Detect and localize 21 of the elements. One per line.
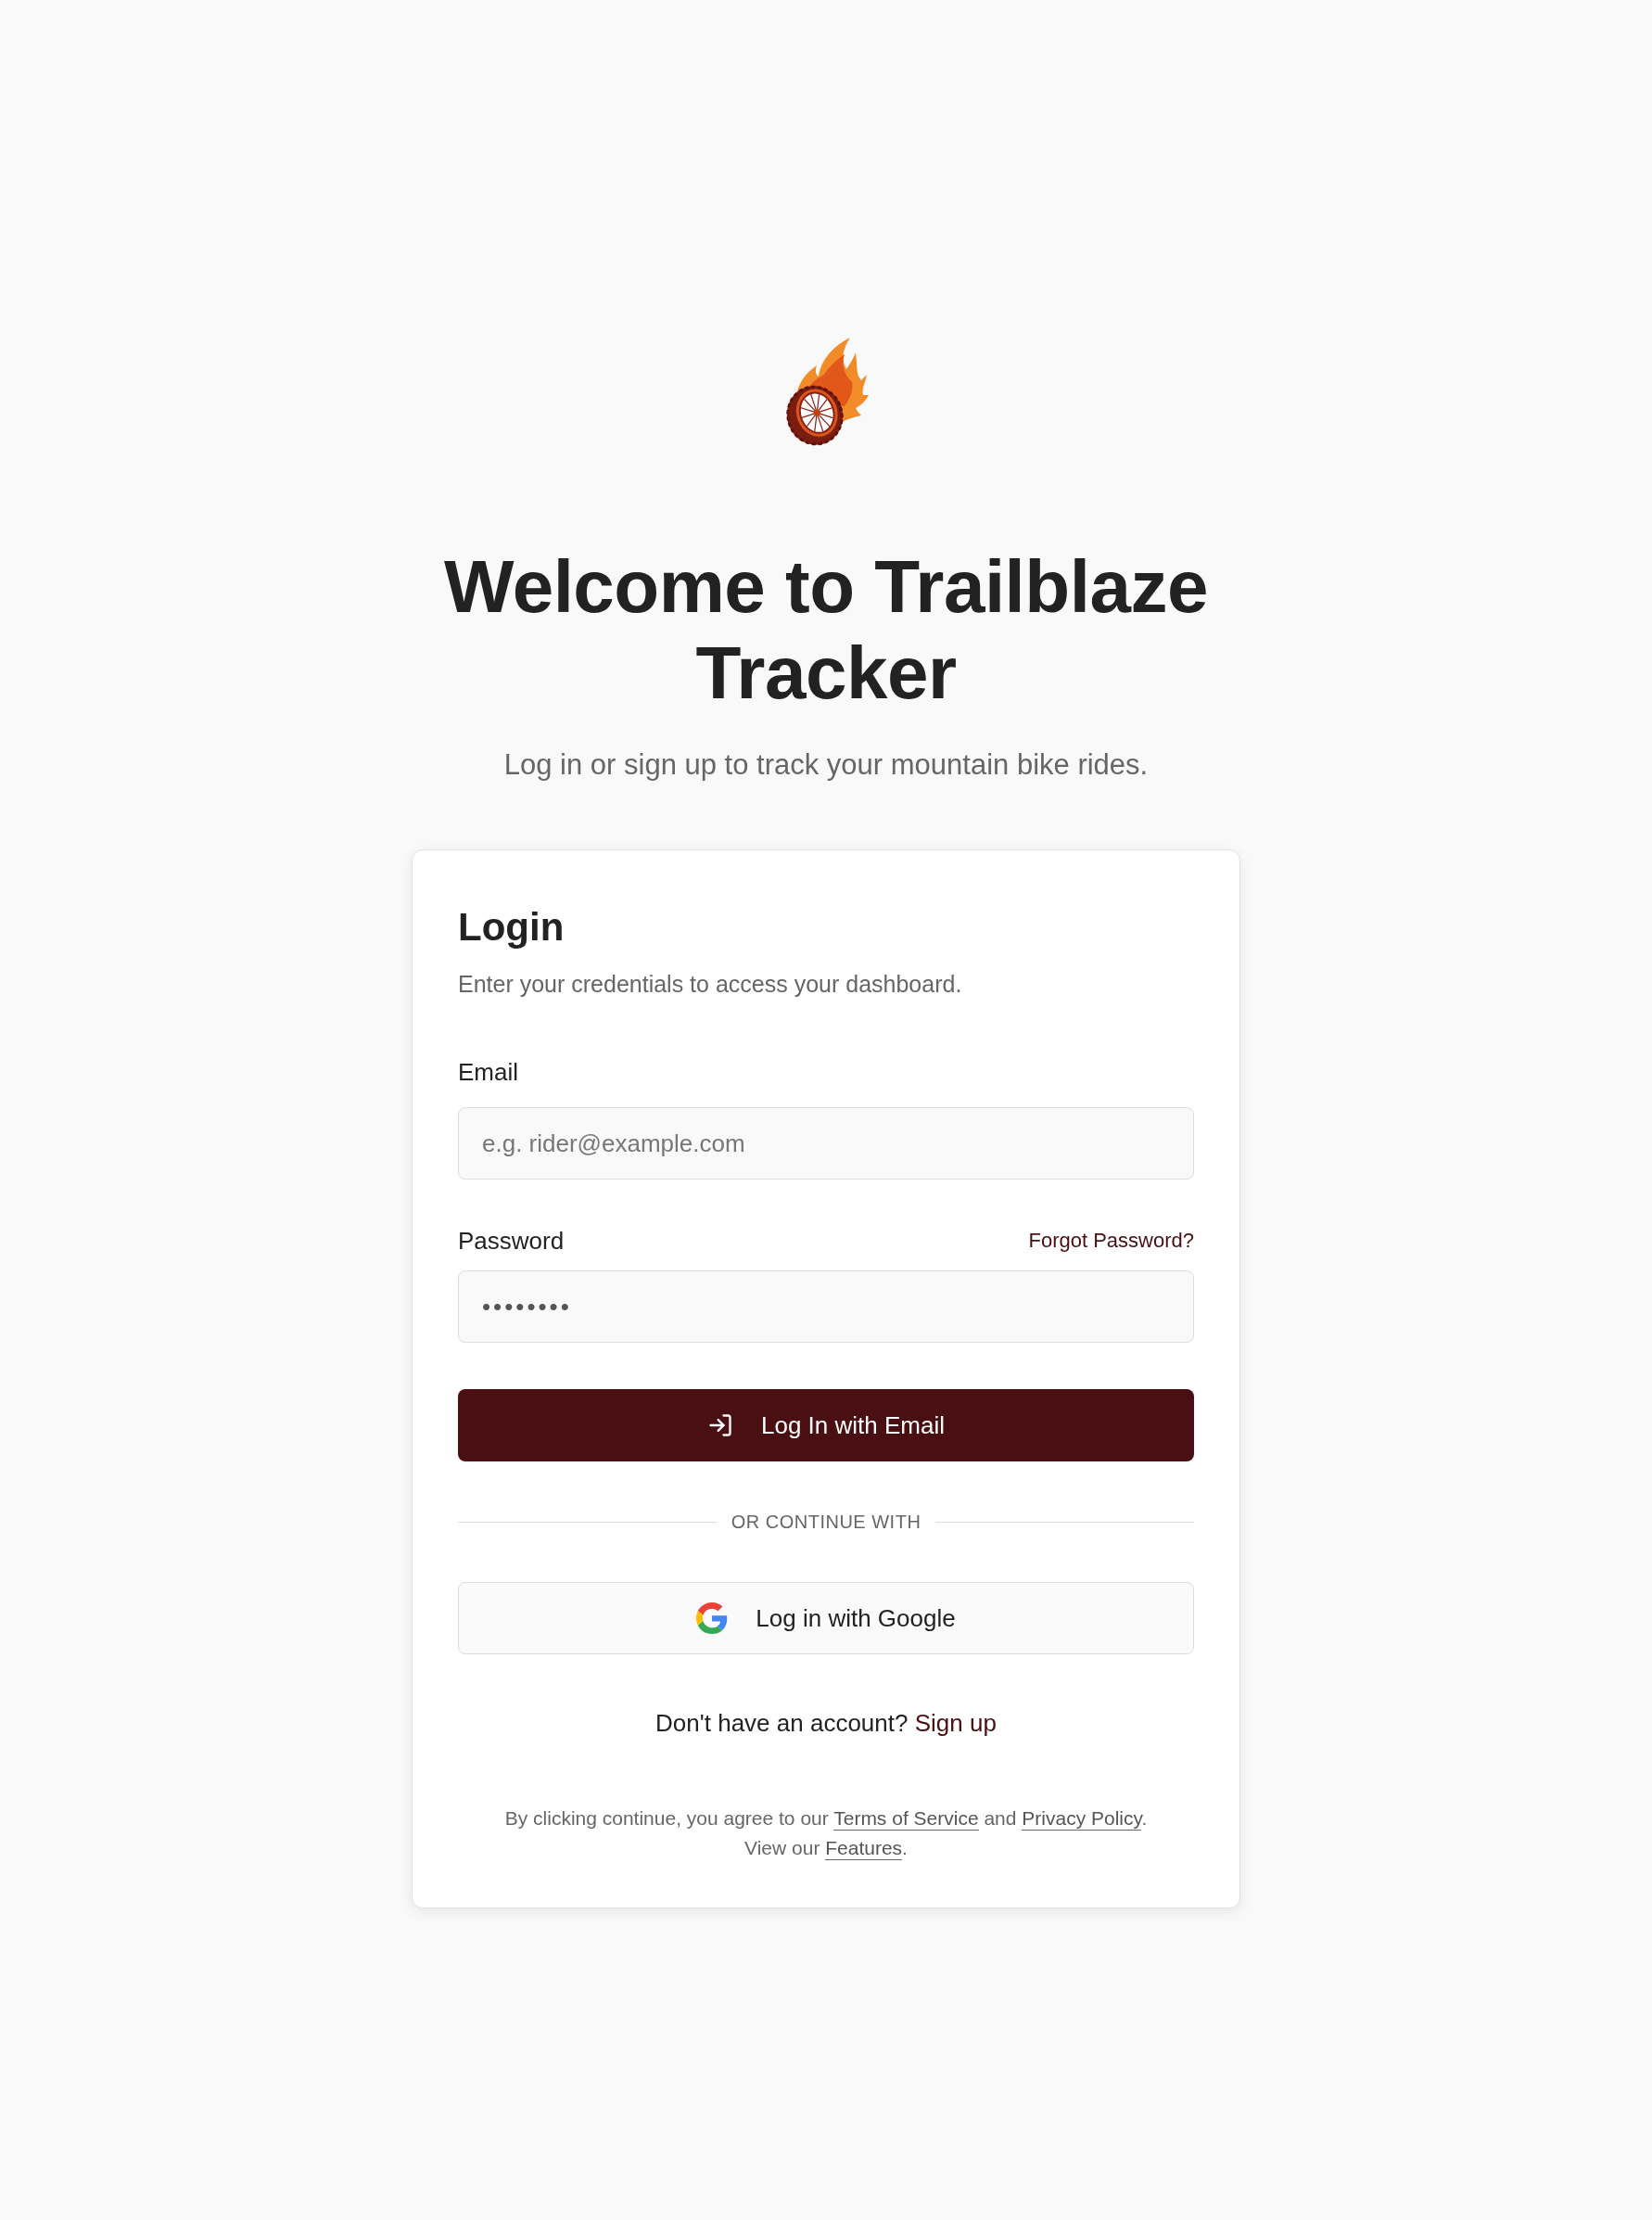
email-field[interactable]: e.g. rider@example.com xyxy=(458,1107,1194,1180)
page-title: Welcome to Trailblaze Tracker xyxy=(443,544,1209,716)
legal-link[interactable]: Privacy Policy xyxy=(1022,1807,1142,1831)
legal-text: View our Features. xyxy=(744,1836,908,1862)
signup-link[interactable]: Sign up xyxy=(914,1709,997,1737)
page-subtitle: Log in or sign up to track your mountain bike rides. xyxy=(503,747,1149,783)
divider-text: OR CONTINUE WITH xyxy=(731,1511,921,1534)
legal-text: By clicking continue, you agree to our Terms of Service and Privacy Policy. xyxy=(504,1806,1148,1832)
card-description: Enter your credentials to access your dashboard. xyxy=(458,970,963,999)
google-login-button[interactable]: Log in with Google xyxy=(458,1582,1194,1654)
card-title: Login xyxy=(458,904,565,951)
legal-link[interactable]: Terms of Service xyxy=(833,1807,979,1831)
forgot-password-link[interactable]: Forgot Password? xyxy=(1028,1227,1194,1255)
signup-prompt: Don't have an account? Sign up xyxy=(654,1708,998,1739)
google-icon xyxy=(696,1602,729,1634)
email-login-button[interactable]: Log In with Email xyxy=(458,1389,1194,1461)
login-icon xyxy=(707,1412,733,1438)
field-label: Email xyxy=(458,1057,518,1088)
field-label: Password xyxy=(458,1226,565,1257)
legal-link[interactable]: Features xyxy=(825,1837,903,1860)
password-field[interactable]: •••••••• xyxy=(458,1270,1194,1343)
